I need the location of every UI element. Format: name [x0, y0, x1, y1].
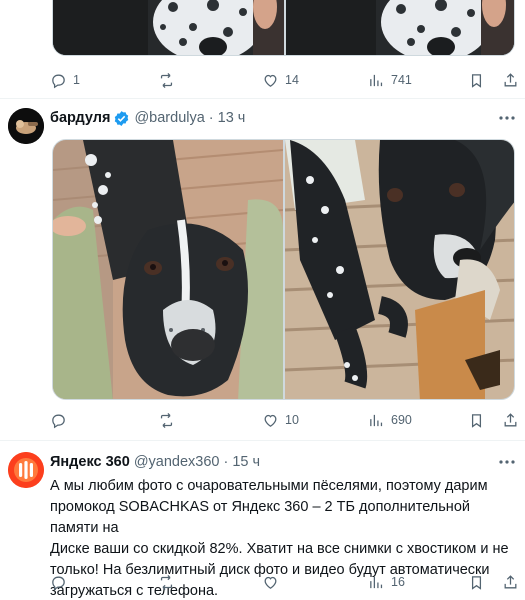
verified-badge-icon: [113, 110, 130, 127]
photo-grid: [52, 139, 515, 400]
handle[interactable]: @bardulya: [134, 110, 204, 126]
views-count: 16: [391, 575, 405, 589]
heart-icon: [262, 412, 279, 429]
like-button[interactable]: 14: [262, 69, 299, 91]
timestamp[interactable]: 13 ч: [218, 110, 246, 126]
bardulya-tweet-actions: 10 690: [50, 409, 520, 431]
reply-button[interactable]: [50, 571, 67, 593]
top-tweet-actions: 1 14 741: [50, 69, 520, 91]
retweet-button[interactable]: [158, 571, 175, 593]
share-icon: [502, 72, 519, 89]
bookmark-button[interactable]: [468, 409, 485, 431]
divider: [0, 440, 525, 441]
retweet-icon: [158, 72, 175, 89]
top-photo-grid: [52, 0, 515, 56]
more-options-button[interactable]: [496, 109, 518, 127]
views-icon: [368, 72, 385, 89]
share-icon: [502, 412, 519, 429]
dog-photo-left[interactable]: [53, 140, 283, 399]
avatar[interactable]: [8, 452, 44, 488]
like-button[interactable]: [262, 571, 279, 593]
share-button[interactable]: [502, 409, 519, 431]
like-button[interactable]: 10: [262, 409, 299, 431]
top-photo-right[interactable]: [286, 0, 514, 55]
views-count: 690: [391, 413, 412, 427]
tweet-header: бардуля @bardulya · 13 ч: [50, 108, 245, 128]
share-button[interactable]: [502, 571, 519, 593]
display-name[interactable]: бардуля: [50, 110, 110, 126]
reply-icon: [50, 574, 67, 591]
views-icon: [368, 412, 385, 429]
reply-button[interactable]: [50, 409, 67, 431]
share-icon: [502, 574, 519, 591]
bookmark-button[interactable]: [468, 69, 485, 91]
timestamp[interactable]: 15 ч: [232, 454, 260, 470]
views-button[interactable]: 741: [368, 69, 412, 91]
bookmark-icon: [468, 412, 485, 429]
more-dots-icon: [499, 460, 515, 464]
retweet-icon: [158, 574, 175, 591]
tweet-text-line: Диске ваши со скидкой 82%. Хватит на все…: [50, 541, 509, 557]
reply-count: 1: [73, 73, 80, 87]
like-count: 14: [285, 73, 299, 87]
separator-dot: ·: [223, 454, 229, 470]
reply-button[interactable]: 1: [50, 69, 80, 91]
top-photo-left[interactable]: [53, 0, 284, 55]
tweet-text-line: промокод SOBACHKAS от Яндекс 360 – 2 ТБ …: [50, 499, 470, 536]
like-count: 10: [285, 413, 299, 427]
views-icon: [368, 574, 385, 591]
views-button[interactable]: 690: [368, 409, 412, 431]
tweet-text-line: А мы любим фото с очаровательными пёселя…: [50, 478, 488, 494]
retweet-button[interactable]: [158, 409, 175, 431]
reply-icon: [50, 72, 67, 89]
display-name[interactable]: Яндекс 360: [50, 454, 130, 470]
yandex-tweet-actions: 16: [50, 571, 520, 593]
bookmark-icon: [468, 574, 485, 591]
avatar[interactable]: [8, 108, 44, 144]
retweet-icon: [158, 412, 175, 429]
more-dots-icon: [499, 116, 515, 120]
more-options-button[interactable]: [496, 453, 518, 471]
divider: [0, 98, 525, 99]
heart-icon: [262, 574, 279, 591]
share-button[interactable]: [502, 69, 519, 91]
tweet-header: Яндекс 360 @yandex360 · 15 ч: [50, 452, 260, 472]
handle[interactable]: @yandex360: [134, 454, 220, 470]
separator-dot: ·: [208, 110, 214, 126]
reply-icon: [50, 412, 67, 429]
bookmark-icon: [468, 72, 485, 89]
yandex-360-logo-icon: [8, 452, 44, 488]
heart-icon: [262, 72, 279, 89]
views-button[interactable]: 16: [368, 571, 405, 593]
views-count: 741: [391, 73, 412, 87]
dog-photo-right[interactable]: [285, 140, 514, 399]
retweet-button[interactable]: [158, 69, 175, 91]
bookmark-button[interactable]: [468, 571, 485, 593]
